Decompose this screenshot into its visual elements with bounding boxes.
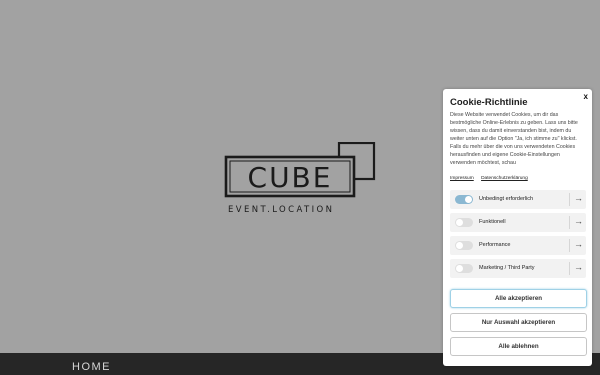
option-label: Unbedingt erforderlich [479, 196, 534, 202]
arrow-right-icon[interactable]: → [574, 262, 583, 272]
cube-logo-mark: CUBE [224, 141, 376, 198]
arrow-right-icon[interactable]: → [574, 193, 583, 203]
cookie-option-necessary[interactable]: Unbedingt erforderlich → [450, 190, 586, 209]
option-label: Performance [479, 242, 511, 248]
accept-selection-button[interactable]: Nur Auswahl akzeptieren [450, 313, 587, 332]
option-label: Funktionell [479, 219, 506, 225]
accept-all-button[interactable]: Alle akzeptieren [450, 289, 587, 308]
performance-toggle[interactable] [455, 241, 473, 250]
cookie-option-functional[interactable]: Funktionell → [450, 213, 586, 232]
functional-toggle[interactable] [455, 218, 473, 227]
arrow-right-icon[interactable]: → [574, 239, 583, 249]
privacy-link[interactable]: Datenschutzerklärung [481, 176, 528, 181]
option-label: Marketing / Third Party [479, 265, 535, 271]
nav-item-home[interactable]: HOME [72, 361, 111, 373]
cookie-consent-panel: x Cookie-Richtlinie Diese Website verwen… [443, 89, 592, 366]
logo-text: CUBE [248, 161, 333, 194]
close-icon[interactable]: x [584, 92, 588, 101]
imprint-link[interactable]: Impressum [450, 176, 474, 181]
necessary-toggle[interactable] [455, 195, 473, 204]
cookie-option-performance[interactable]: Performance → [450, 236, 586, 255]
cookie-links: Impressum Datenschutzerklärung [450, 176, 534, 181]
cookie-title: Cookie-Richtlinie [450, 97, 528, 108]
logo-tagline: EVENT.LOCATION [228, 205, 335, 215]
cookie-option-marketing[interactable]: Marketing / Third Party → [450, 259, 586, 278]
cookie-description: Diese Website verwendet Cookies, um dir … [450, 112, 578, 166]
cube-logo: CUBE EVENT.LOCATION [224, 141, 376, 222]
reject-all-button[interactable]: Alle ablehnen [450, 337, 587, 356]
marketing-toggle[interactable] [455, 264, 473, 273]
arrow-right-icon[interactable]: → [574, 216, 583, 226]
